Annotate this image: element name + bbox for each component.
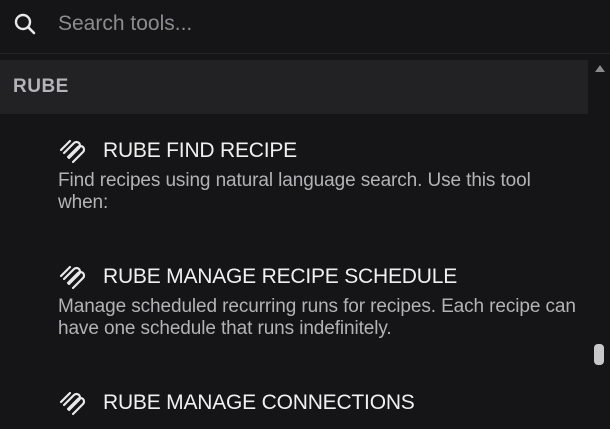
search-bar [0, 0, 610, 54]
tool-title: RUBE FIND RECIPE [103, 139, 297, 162]
group-header-rube: RUBE [0, 60, 588, 114]
tool-description: Find recipes using natural language sear… [58, 170, 531, 213]
tool-description: Manage scheduled recurring runs for reci… [58, 296, 576, 339]
composio-swirl-icon [59, 265, 86, 290]
scroll-up-arrow-icon[interactable] [595, 65, 605, 72]
tool-list: RUBE RUBE FIND RECIPE Find recipes using… [0, 55, 590, 429]
search-input[interactable] [58, 11, 578, 37]
search-icon[interactable] [13, 12, 37, 36]
tool-item-manage-recipe-schedule[interactable]: RUBE MANAGE RECIPE SCHEDULE Manage sched… [58, 262, 578, 340]
composio-swirl-icon [59, 139, 86, 164]
scrollbar[interactable] [590, 55, 610, 429]
scroll-thumb[interactable] [594, 344, 604, 365]
group-label: RUBE [13, 76, 69, 97]
tool-item-find-recipe[interactable]: RUBE FIND RECIPE Find recipes using natu… [58, 136, 578, 214]
tool-item-manage-connections[interactable]: RUBE MANAGE CONNECTIONS [58, 388, 578, 418]
tool-title: RUBE MANAGE CONNECTIONS [103, 391, 415, 414]
tool-title: RUBE MANAGE RECIPE SCHEDULE [103, 265, 458, 288]
composio-swirl-icon [59, 391, 86, 416]
